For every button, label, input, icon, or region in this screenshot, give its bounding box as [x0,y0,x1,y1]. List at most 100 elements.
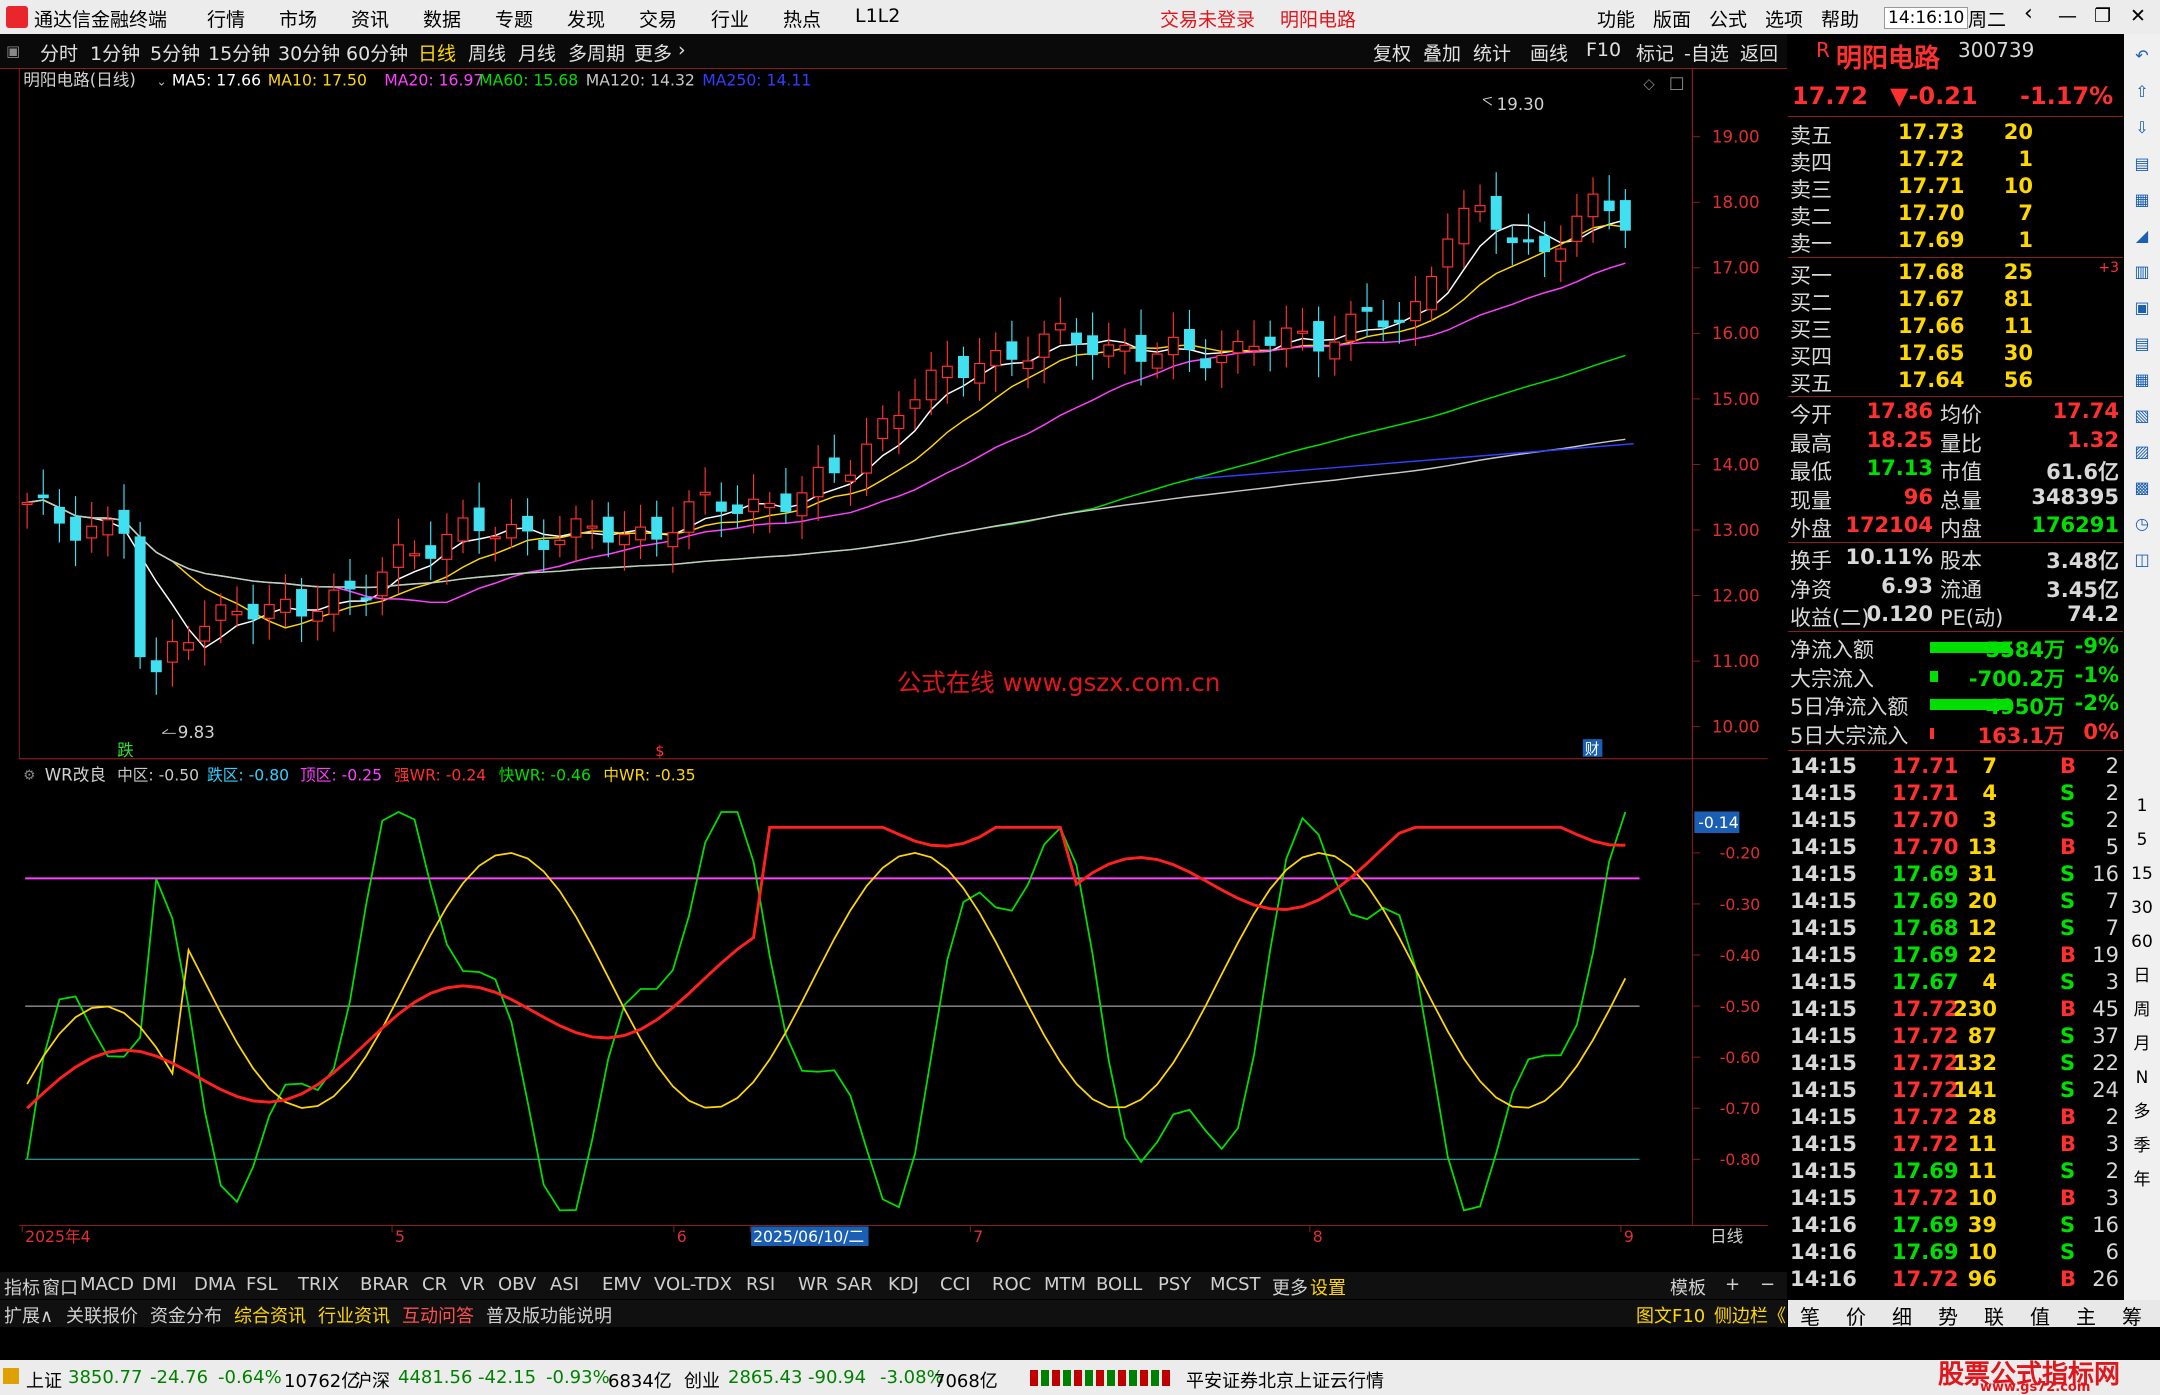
pane-maximize-icon[interactable] [1670,77,1684,91]
indicator-tab[interactable]: ROC [992,1274,1031,1295]
indicator-tab[interactable]: 指标 [4,1274,40,1300]
menu-redian[interactable]: 热点 [783,5,821,32]
extension-tab[interactable]: 图文F10 [1636,1302,1705,1328]
extension-tab[interactable]: 资金分布 [150,1302,222,1328]
period-weekly[interactable]: 周线 [468,39,506,66]
chevron-right-icon[interactable]: › [678,39,686,61]
sidebar-period[interactable]: 60 [2130,930,2154,954]
sidebar-period[interactable]: 1 [2130,794,2154,818]
extension-tab[interactable]: 综合资讯 [234,1302,306,1328]
tool-zixuan[interactable]: -自选 [1684,39,1729,66]
sidebar-period[interactable]: 周 [2130,998,2154,1022]
indicator-tab[interactable]: RSI [746,1274,775,1295]
quote-tab[interactable]: 笔 [1800,1301,1820,1330]
menu-zhuanti[interactable]: 专题 [495,5,533,32]
indicator-tab[interactable]: VOL-TDX [654,1274,732,1295]
sidebar-tool-icon[interactable]: ▦ [2130,188,2154,212]
menu-shuju[interactable]: 数据 [423,5,461,32]
quote-tab[interactable]: 筹 [2122,1301,2142,1330]
marker-cai[interactable]: 财 [1585,741,1600,758]
indicator-tab[interactable]: ASI [550,1274,579,1295]
menu-l1l2[interactable]: L1L2 [855,5,900,27]
sidebar-tool-icon[interactable]: ▥ [2130,260,2154,284]
period-monthly[interactable]: 月线 [518,39,556,66]
sidebar-period[interactable]: 日 [2130,964,2154,988]
sidebar-period[interactable]: 多 [2130,1100,2154,1124]
menu-xuanxiang[interactable]: 选项 [1765,5,1803,32]
sidebar-period[interactable]: 月 [2130,1032,2154,1056]
indicator-tab[interactable]: MTM [1044,1274,1086,1295]
period-15min[interactable]: 15分钟 [208,39,270,66]
menu-gongshi[interactable]: 公式 [1709,5,1747,32]
diamond-icon[interactable]: ◇ [1643,76,1655,93]
sidebar-period[interactable]: 年 [2130,1168,2154,1192]
quote-tab[interactable]: 联 [1984,1301,2004,1330]
indicator-tab[interactable]: PSY [1158,1274,1191,1295]
period-30min[interactable]: 30分钟 [278,39,340,66]
period-60min[interactable]: 60分钟 [346,39,408,66]
menu-banmian[interactable]: 版面 [1653,5,1691,32]
indicator-tab[interactable]: BOLL [1096,1274,1142,1295]
quote-tab[interactable]: 价 [1846,1301,1866,1330]
menu-hangqing[interactable]: 行情 [207,5,245,32]
index-name[interactable]: 创业 [684,1367,720,1393]
quote-tab[interactable]: 势 [1938,1301,1958,1330]
back-arrow-icon[interactable]: ‹ [2024,1,2033,26]
extension-tab[interactable]: 互动问答 [402,1302,474,1328]
indicator-tab[interactable]: VR [460,1274,485,1295]
extension-tab[interactable]: 普及版功能说明 [486,1302,612,1328]
tool-tongji[interactable]: 统计 [1473,39,1511,66]
sidebar-period[interactable]: N [2130,1066,2154,1090]
period-5min[interactable]: 5分钟 [150,39,200,66]
sidebar-tool-icon[interactable]: ◢ [2130,224,2154,248]
sidebar-tool-icon[interactable]: ▨ [2130,440,2154,464]
sidebar-tool-icon[interactable]: ⇩ [2130,116,2154,140]
sidebar-tool-icon[interactable]: ◷ [2130,512,2154,536]
indicator-tab[interactable]: OBV [498,1274,536,1295]
sidebar-tool-icon[interactable]: ▣ [2130,296,2154,320]
tool-biaoji[interactable]: 标记 [1636,39,1674,66]
indicator-tab[interactable]: − [1760,1274,1775,1295]
sidebar-period[interactable]: 30 [2130,896,2154,920]
tool-fuquan[interactable]: 复权 [1373,39,1411,66]
kline-chart[interactable]: 明阳电路(日线) ⌄ MA5: 17.66 MA10: 17.50 MA20: 16… [0,68,1787,1246]
index-name[interactable]: 沪深 [354,1367,390,1393]
indicator-tab[interactable]: SAR [836,1274,873,1295]
extension-tab[interactable]: 扩展∧ [4,1302,53,1328]
period-1min[interactable]: 1分钟 [90,39,140,66]
panel-toggle-icon[interactable]: ▣ [6,42,20,60]
gear-icon[interactable]: ⚙ [23,767,35,783]
indicator-tab[interactable]: 更多 [1272,1274,1308,1300]
close-icon[interactable]: ✕ [2130,5,2146,27]
menu-jiaoyi[interactable]: 交易 [639,5,677,32]
menu-gongneng[interactable]: 功能 [1597,5,1635,32]
quote-tab[interactable]: 值 [2030,1301,2050,1330]
period-multi[interactable]: 多周期 [568,39,625,66]
indicator-tab[interactable]: CCI [940,1274,970,1295]
indicator-tab[interactable]: 窗口 [42,1274,78,1300]
period-fenshi[interactable]: 分时 [40,39,78,66]
indicator-tab[interactable]: CR [422,1274,447,1295]
sidebar-tool-icon[interactable]: ↶ [2130,44,2154,68]
menu-shichang[interactable]: 市场 [279,5,317,32]
quote-tab[interactable]: 主 [2076,1301,2096,1330]
chevron-circle-icon[interactable]: ⌄ [156,74,167,89]
extension-tab[interactable]: 关联报价 [66,1302,138,1328]
index-name[interactable]: 上证 [26,1367,62,1393]
sidebar-tool-icon[interactable]: ◫ [2130,548,2154,572]
indicator-tab[interactable]: TRIX [298,1274,339,1295]
sidebar-period[interactable]: 15 [2130,862,2154,886]
sidebar-tool-icon[interactable]: ▩ [2130,476,2154,500]
indicator-tab[interactable]: MCST [1210,1274,1261,1295]
sidebar-tool-icon[interactable]: ▤ [2130,332,2154,356]
sidebar-tool-icon[interactable]: ▤ [2130,152,2154,176]
indicator-tab[interactable]: MACD [80,1274,134,1295]
indicator-tab[interactable]: KDJ [888,1274,919,1295]
indicator-tab[interactable]: 设置 [1310,1274,1346,1300]
tool-diejia[interactable]: 叠加 [1423,39,1461,66]
minimize-icon[interactable]: — [2058,5,2077,27]
indicator-tab[interactable]: WR [798,1274,828,1295]
extension-tab[interactable]: 侧边栏《 [1714,1302,1786,1328]
indicator-tab[interactable]: DMA [194,1274,236,1295]
tool-huaxian[interactable]: 画线 [1530,39,1568,66]
